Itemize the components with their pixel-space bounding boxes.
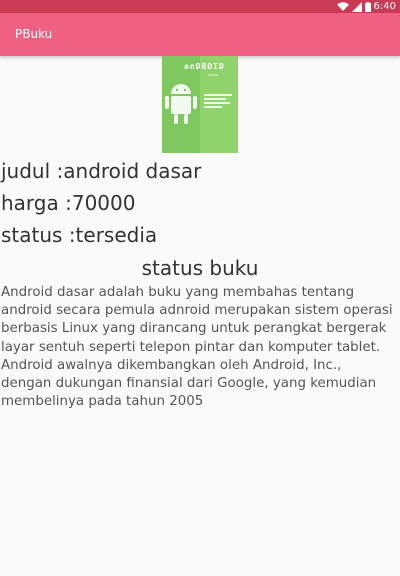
battery-icon [364, 1, 371, 12]
status-section-heading: status buku [141, 256, 259, 280]
status-bar: 6:40 [0, 0, 400, 13]
status-time: 6:40 [373, 1, 396, 12]
book-cover-image: anDROID DASAR [162, 56, 238, 153]
wifi-icon [336, 1, 349, 11]
cover-sub-text: DASAR [208, 73, 219, 77]
book-status: status :tersedia [1, 223, 158, 247]
cover-text-lines [204, 94, 234, 110]
app-title: PBuku [15, 27, 53, 41]
cover-brand-text: anDROID [184, 62, 225, 71]
android-robot-icon [165, 84, 197, 124]
book-price: harga :70000 [1, 191, 136, 215]
book-description: Android dasar adalah buku yang membahas … [1, 285, 393, 410]
status-icons: 6:40 [336, 0, 396, 13]
signal-icon [351, 1, 362, 12]
book-title: judul :android dasar [1, 159, 202, 183]
app-bar: PBuku [0, 13, 400, 56]
